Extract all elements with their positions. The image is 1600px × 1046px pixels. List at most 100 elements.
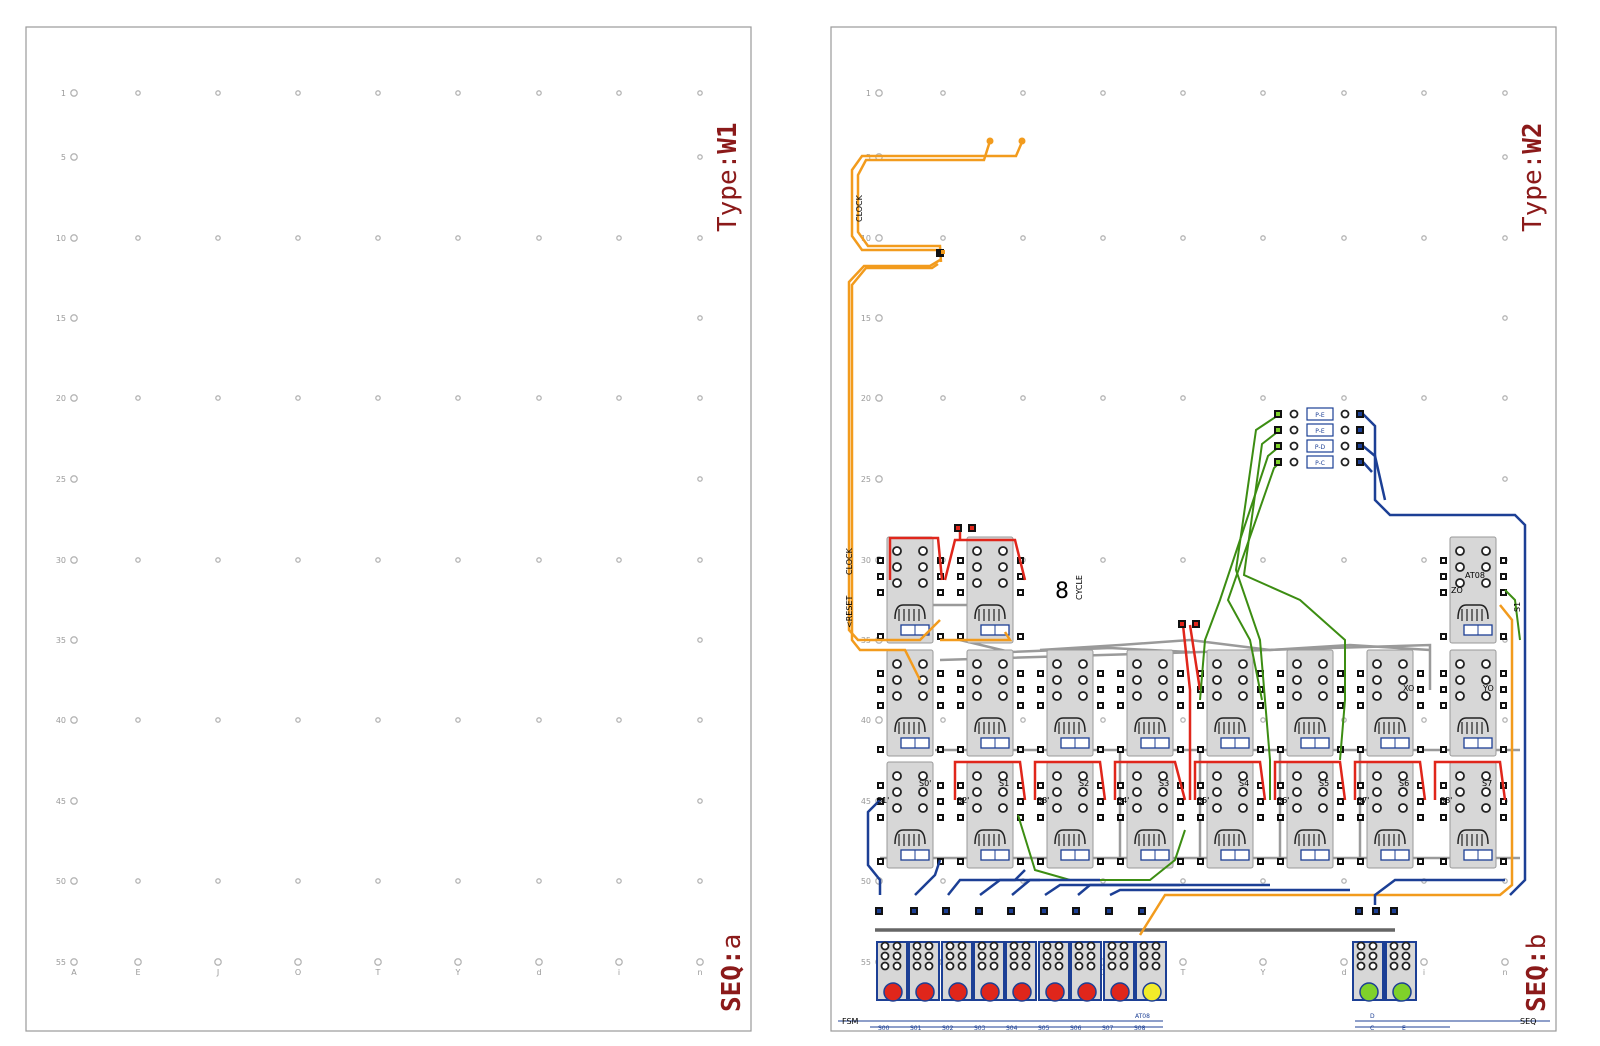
w1-grid-hole: [375, 395, 381, 401]
switch-pad-hole: [1358, 428, 1362, 432]
w1-col-label: O: [295, 968, 301, 977]
relay-pad-hole: [1442, 704, 1445, 707]
relay-pin: [1292, 803, 1302, 813]
relay-pad-hole: [959, 688, 962, 691]
relay-pin: [1238, 659, 1248, 669]
relay-pin: [1078, 787, 1088, 797]
fsm-bus-label: S08: [1134, 1025, 1146, 1032]
relay-pad-hole: [1419, 860, 1422, 863]
relay-pad-hole: [959, 816, 962, 819]
w1-grid-hole: [697, 235, 703, 241]
led-pin: [1086, 951, 1096, 961]
led-pin: [1042, 951, 1052, 961]
relay-pin: [892, 659, 902, 669]
w1-grid-hole: [135, 717, 141, 723]
led-header-pad-hole: [944, 909, 948, 913]
relay-pin: [972, 562, 982, 572]
led-pin: [1009, 951, 1019, 961]
w1-grid-hole: [697, 90, 703, 96]
led-pin: [977, 941, 987, 951]
relay-pad-hole: [1502, 816, 1505, 819]
led-header-pad-hole: [877, 909, 881, 913]
relay-pad-hole: [879, 816, 882, 819]
led-pin: [1119, 941, 1129, 951]
led-pin: [1107, 961, 1117, 971]
led-pin: [945, 951, 955, 961]
w1-grid-hole: [697, 154, 703, 160]
w1-grid-hole: [455, 878, 461, 884]
state-label: S0': [919, 779, 931, 788]
w2-row-label: 45: [861, 797, 871, 806]
relay-pad-hole: [1442, 784, 1445, 787]
w2-grid-hole: [875, 475, 883, 483]
w2-grid-hole: [1340, 958, 1348, 966]
w2-grid-hole: [1020, 90, 1026, 96]
led-pin: [1021, 941, 1031, 951]
w1-grid-hole: [455, 90, 461, 96]
relay-pin: [1238, 803, 1248, 813]
switch-pin: [1289, 409, 1299, 419]
w1-grid-hole: [70, 153, 78, 161]
w1-grid-hole: [616, 235, 622, 241]
relay-pad-hole: [879, 688, 882, 691]
relay-pad-hole: [1099, 860, 1102, 863]
switch-pin: [1340, 441, 1350, 451]
relay-pad-hole: [939, 784, 942, 787]
w2-grid-hole: [940, 90, 946, 96]
relay-pad-hole: [1119, 860, 1122, 863]
fsm-bus-label: S02: [942, 1025, 954, 1032]
relay-pin: [918, 578, 928, 588]
relay-pad-hole: [1359, 688, 1362, 691]
state-label: S3: [1159, 779, 1169, 788]
led-pin: [1042, 961, 1052, 971]
led-header-pad-hole: [1107, 909, 1111, 913]
w1-row-label: 45: [56, 797, 66, 806]
switch-pad-led: [1276, 444, 1280, 448]
relay-pad-hole: [1099, 800, 1102, 803]
relay-pin: [1398, 803, 1408, 813]
relay-pad-hole: [1339, 816, 1342, 819]
relay-pin: [1318, 675, 1328, 685]
relay-pad-hole: [1179, 748, 1182, 751]
relay-pad-hole: [879, 704, 882, 707]
w2-row-label: 30: [861, 556, 871, 565]
led-pin: [1054, 941, 1064, 951]
relay-pin: [892, 578, 902, 588]
w1-row-label: 20: [56, 394, 66, 403]
w2-grid-hole: [1502, 154, 1508, 160]
w1-grid-hole: [455, 557, 461, 563]
relay-pad-hole: [1119, 816, 1122, 819]
w2-grid-hole: [875, 234, 883, 242]
relay-pad-hole: [1339, 784, 1342, 787]
relay-pad-hole: [1502, 575, 1505, 578]
relay-pin: [972, 803, 982, 813]
switch-pad-hole: [1358, 460, 1362, 464]
w2-row-label: 50: [861, 877, 871, 886]
fsm-bus-label: S04: [1006, 1025, 1018, 1032]
w2-grid-hole: [875, 89, 883, 97]
relay-pad-hole: [1019, 748, 1022, 751]
w1-grid-hole: [375, 717, 381, 723]
w2-grid-hole: [1100, 235, 1106, 241]
relay-pad-hole: [1502, 672, 1505, 675]
switch-label: P-C: [1315, 460, 1325, 467]
panel-w2-seq-label: SEQ:b: [1522, 934, 1552, 1012]
relay-pad-hole: [1419, 704, 1422, 707]
w1-grid-hole: [455, 235, 461, 241]
led-pin: [1021, 961, 1031, 971]
w2-grid-hole: [1100, 557, 1106, 563]
w2-grid-hole: [1259, 958, 1267, 966]
w2-col-label: Y: [1260, 968, 1266, 977]
relay-pin: [1455, 771, 1465, 781]
relay-pad-hole: [1099, 784, 1102, 787]
w2-grid-hole: [875, 314, 883, 322]
relay-pad-hole: [1442, 591, 1445, 594]
relay-pad-hole: [939, 635, 942, 638]
relay-pad-hole: [1502, 704, 1505, 707]
relay-pin: [918, 691, 928, 701]
switch-pin: [1340, 457, 1350, 467]
w2-grid-hole: [1502, 235, 1508, 241]
relay-pin: [1158, 691, 1168, 701]
relay-pad-hole: [1099, 672, 1102, 675]
relay-pad-hole: [1442, 748, 1445, 751]
